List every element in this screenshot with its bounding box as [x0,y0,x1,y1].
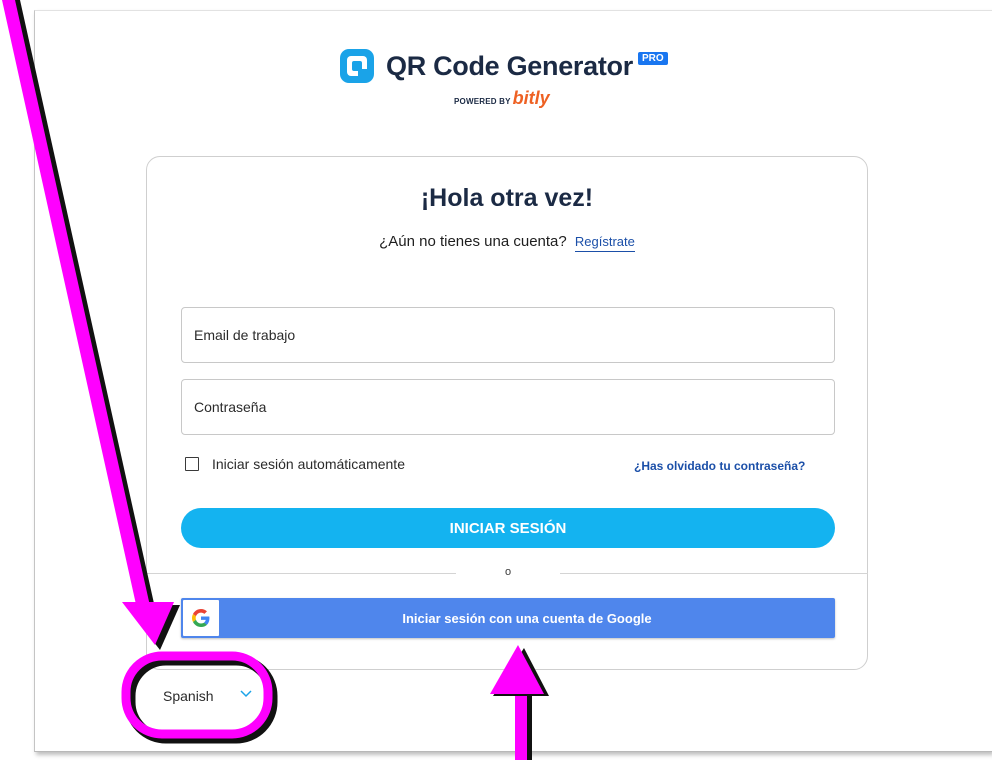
or-separator: o [504,566,512,578]
remember-checkbox[interactable] [185,457,199,471]
forgot-password-link[interactable]: ¿Has olvidado tu contraseña? [634,459,805,473]
language-selector[interactable]: Spanish [163,688,214,704]
email-input[interactable] [182,308,834,362]
password-input[interactable] [182,380,834,434]
page-title: ¡Hola otra vez! [420,184,594,212]
password-field[interactable] [181,379,835,435]
google-signin-button[interactable]: Iniciar sesión con una cuenta de Google [181,598,835,638]
signup-prompt: ¿Aún no tienes una cuenta? Regístrate [146,233,868,252]
google-icon [192,609,210,627]
remember-label: Iniciar sesión automáticamente [212,456,405,472]
divider-left [146,573,456,574]
brand-name: QR Code Generator [386,50,633,81]
signup-link[interactable]: Regístrate [574,234,635,252]
powered-by-label: POWERED BY [454,97,511,106]
login-button[interactable]: INICIAR SESIÓN [181,508,835,548]
no-account-text: ¿Aún no tienes una cuenta? [379,233,567,250]
bitly-logo: bitly [512,88,550,108]
chevron-down-icon[interactable] [240,688,252,698]
google-icon-box [183,600,219,636]
google-signin-label: Iniciar sesión con una cuenta de Google [402,610,652,626]
qr-brand-icon [340,49,374,83]
remember-me[interactable]: Iniciar sesión automáticamente [185,456,405,472]
divider-right [560,573,868,574]
powered-by-line: POWERED BY bitly [454,88,550,109]
email-field[interactable] [181,307,835,363]
brand-logo[interactable]: QR Code Generator [340,46,633,86]
pro-badge: PRO [638,52,668,65]
